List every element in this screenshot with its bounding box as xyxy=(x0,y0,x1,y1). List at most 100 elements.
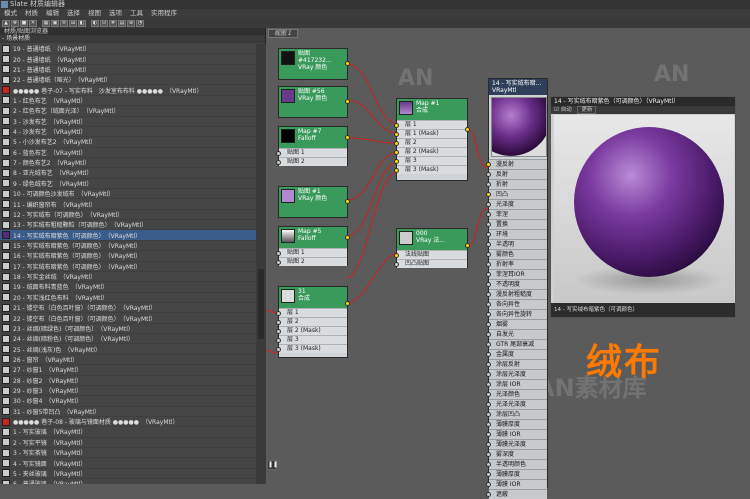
input-socket[interactable] xyxy=(486,182,491,187)
input-socket[interactable] xyxy=(276,260,281,265)
node-vray-color-56[interactable]: 贴图 #56 VRay 颜色 xyxy=(278,86,350,118)
material-slot[interactable]: 置换 xyxy=(486,219,547,229)
node-falloff-5[interactable]: Map #5 Falloff 贴图 1 贴图 2 xyxy=(276,226,350,266)
input-socket[interactable] xyxy=(486,362,491,367)
layout-icon[interactable]: ≡ xyxy=(60,19,68,27)
list-item[interactable]: 3 - 写实茶镜 （VRayMtl） xyxy=(0,448,256,459)
list-item[interactable]: 23 - 丝绸(暗绿色)（可调颜色） （VRayMtl） xyxy=(0,324,256,335)
input-socket[interactable] xyxy=(394,168,399,173)
input-socket[interactable] xyxy=(394,253,399,258)
input-socket[interactable] xyxy=(486,222,491,227)
material-slot[interactable]: 涂层凹凸 xyxy=(486,409,547,419)
input-socket[interactable] xyxy=(486,192,491,197)
list-item[interactable]: 14 - 写实绒布暗紫色（可调颜色） （VRayMtl） xyxy=(0,230,256,241)
list-item[interactable]: 8 - 亚光绒布艺 （VRayMtl） xyxy=(0,168,256,179)
material-slot[interactable]: 涂层 IOR xyxy=(486,379,547,389)
input-socket[interactable] xyxy=(276,347,281,352)
menu-item-6[interactable]: 工具 xyxy=(126,9,147,18)
menu-item-3[interactable]: 选择 xyxy=(63,9,84,18)
material-slot[interactable]: 半透明 xyxy=(486,239,547,249)
input-socket[interactable] xyxy=(486,432,491,437)
node-composite-map1[interactable]: Map #1 合成 层 1 层 1 (Mask) 层 2 层 2 (Mask) 层… xyxy=(394,98,470,181)
input-socket[interactable] xyxy=(394,123,399,128)
list-item[interactable]: 2 - 写实平镜 （VRayMtl） xyxy=(0,438,256,449)
input-socket[interactable] xyxy=(394,132,399,137)
material-slot[interactable]: 漫反射粗糙度 xyxy=(486,289,547,299)
list-item[interactable]: 4 - 写实镜面 （VRayMtl） xyxy=(0,458,256,469)
list-item[interactable]: 19 - 普通墙纸 （VRayMtl） xyxy=(0,44,256,55)
material-slot[interactable]: 遮蔽 xyxy=(486,489,547,499)
list-item[interactable]: 28 - 纱窗2 （VRayMtl） xyxy=(0,376,256,386)
list-item[interactable]: 21 - 镂空布（白色百叶窗）（可调颜色） （VRayMtl） xyxy=(0,303,256,314)
input-socket[interactable] xyxy=(276,329,281,334)
list-item[interactable]: ●●●●● 巷子-07 - 写实布料 沙发室布布料 ●●●●● （VRayMtl… xyxy=(0,85,256,96)
input-socket[interactable] xyxy=(486,292,491,297)
pan-icon[interactable]: ✥ xyxy=(11,19,19,27)
zoom-icon[interactable]: ⊕ xyxy=(127,19,135,27)
node-vray-color-1[interactable]: 贴图 #417232... VRay 颜色 xyxy=(278,48,350,80)
material-slot[interactable]: 半透明颜色 xyxy=(486,459,547,469)
slot-layer[interactable]: 层 3 xyxy=(394,156,467,165)
node-vray-normal[interactable]: 000 VRay 法... 法线贴图 凹凸贴图 xyxy=(394,228,470,268)
vertical-scrollbar[interactable] xyxy=(256,44,266,484)
slot-layer[interactable]: 层 2 (Mask) xyxy=(276,326,347,335)
list-item[interactable]: 4 - 沙发布艺 （VRayMtl） xyxy=(0,127,256,138)
material-slot[interactable]: 折射率 xyxy=(486,259,547,269)
menu-item-2[interactable]: 编辑 xyxy=(42,9,63,18)
list-item[interactable]: 22 - 普通墙纸（哑光） （VRayMtl） xyxy=(0,75,256,86)
search-icon[interactable]: ◔ xyxy=(136,19,144,27)
output-socket[interactable] xyxy=(345,99,350,104)
list-item[interactable]: 7 - 颜色布艺2 （VRayMtl） xyxy=(0,158,256,169)
slot-layer[interactable]: 层 1 xyxy=(394,120,467,129)
input-socket[interactable] xyxy=(486,242,491,247)
input-socket[interactable] xyxy=(486,282,491,287)
update-button[interactable]: 更新 xyxy=(577,106,597,114)
output-socket[interactable] xyxy=(465,243,470,248)
material-slot[interactable]: 薄膜 IOR xyxy=(486,429,547,439)
layout-child-icon[interactable]: ⊞ xyxy=(69,19,77,27)
map-icon[interactable]: ▤ xyxy=(118,19,126,27)
material-slot[interactable]: 凹凸 xyxy=(486,189,547,199)
scene-materials-header[interactable]: - 场景材质 xyxy=(0,35,265,43)
menu-item-7[interactable]: 实用程序 xyxy=(147,9,181,18)
input-socket[interactable] xyxy=(486,462,491,467)
input-socket[interactable] xyxy=(276,320,281,325)
material-slot[interactable]: 漫反射 xyxy=(486,159,547,169)
material-slot[interactable]: 各向异性 xyxy=(486,299,547,309)
input-socket[interactable] xyxy=(486,312,491,317)
slot-layer[interactable]: 层 1 (Mask) xyxy=(394,129,467,138)
material-slot[interactable]: 折射 xyxy=(486,179,547,189)
input-socket[interactable] xyxy=(394,141,399,146)
slot-layer[interactable]: 层 3 (Mask) xyxy=(394,165,467,174)
list-item[interactable]: 30 - 纱窗4 （VRayMtl） xyxy=(0,396,256,407)
material-slot[interactable]: GTR 尾部衰减 xyxy=(486,339,547,349)
material-slot[interactable]: 环境 xyxy=(486,229,547,239)
show-bg-icon[interactable]: ▣ xyxy=(51,19,59,27)
select-icon[interactable]: ▲ xyxy=(2,19,10,27)
show-map-icon[interactable]: ▦ xyxy=(42,19,50,27)
output-socket[interactable] xyxy=(465,127,470,132)
material-slot[interactable]: 菲涅耳IOR xyxy=(486,269,547,279)
list-item[interactable]: 3 - 沙发布艺 （VRayMtl） xyxy=(0,117,256,127)
slot-bump-map[interactable]: 凹凸贴图 xyxy=(394,259,467,268)
list-item[interactable]: 25 - 丝绸(浅灰)色 （VRayMtl） xyxy=(0,344,256,355)
slot-map-2[interactable]: 贴图 2 xyxy=(276,257,347,266)
material-slot[interactable]: 菲涅 xyxy=(486,209,547,219)
material-slot[interactable]: 烟雾 xyxy=(486,319,547,329)
input-socket[interactable] xyxy=(486,422,491,427)
input-socket[interactable] xyxy=(276,338,281,343)
list-item[interactable]: 11 - 编织窗帘布 （VRayMtl） xyxy=(0,199,256,210)
input-socket[interactable] xyxy=(394,150,399,155)
input-socket[interactable] xyxy=(486,452,491,457)
render-icon[interactable]: ⊙ xyxy=(100,19,108,27)
input-socket[interactable] xyxy=(394,262,399,267)
list-item[interactable]: 13 - 写实绒布粗糙颗粒（可调颜色） （VRayMtl） xyxy=(0,220,256,231)
list-item[interactable]: 29 - 纱窗3 （VRayMtl） xyxy=(0,386,256,397)
input-socket[interactable] xyxy=(486,322,491,327)
input-socket[interactable] xyxy=(486,172,491,177)
material-slot[interactable]: 光泽颜色 xyxy=(486,389,547,399)
material-slot[interactable]: 金属度 xyxy=(486,349,547,359)
node-vraymtl-main[interactable]: 14 - 写实绒布暗... VRayMtl 漫反射 反射 折射 凹凸 光泽度 菲涅 置换 环境半… xyxy=(486,78,548,499)
input-socket[interactable] xyxy=(486,472,491,477)
list-item[interactable]: 19 - 绒面布料青蓝色 （VRayMtl） xyxy=(0,282,256,293)
